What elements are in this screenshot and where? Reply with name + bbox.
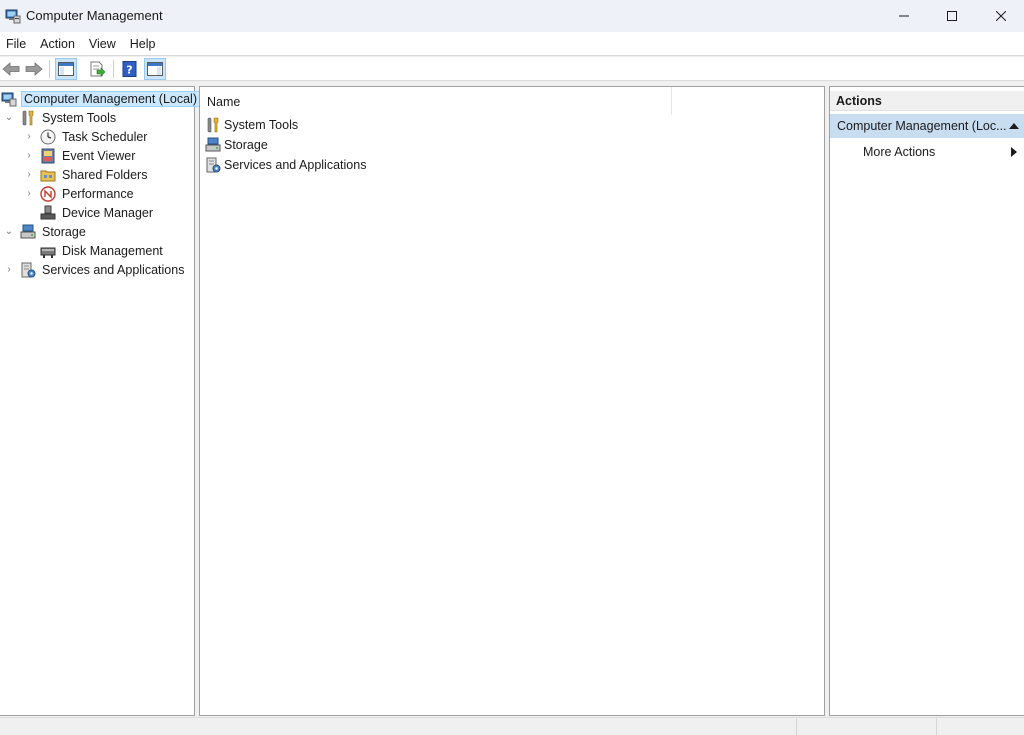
actions-section-computer-management[interactable]: Computer Management (Loc...	[830, 114, 1024, 138]
tree-item-label: Computer Management (Local)	[21, 90, 200, 107]
tree-item-task-scheduler[interactable]: › Task Scheduler	[23, 127, 149, 146]
actions-pane: Actions Computer Management (Loc... More…	[829, 86, 1024, 716]
system-tools-icon	[19, 109, 37, 127]
toolbar-separator	[113, 60, 114, 78]
list-item-label: Services and Applications	[224, 158, 367, 172]
tree-item-label: Shared Folders	[62, 167, 148, 182]
performance-icon	[39, 185, 57, 203]
tree-item-label: Performance	[62, 186, 134, 201]
services-icon	[204, 156, 222, 174]
tree-item-disk-management[interactable]: Disk Management	[35, 241, 165, 260]
menu-bar: File Action View Help	[0, 32, 1024, 56]
computer-management-icon	[5, 8, 21, 24]
tree-item-label: Device Manager	[62, 205, 154, 220]
show-hide-action-pane-icon[interactable]	[144, 58, 166, 80]
column-header-label: Name	[207, 95, 241, 109]
clock-icon	[39, 128, 57, 146]
status-bar	[0, 717, 1024, 735]
list-item-label: System Tools	[224, 118, 299, 132]
tree-item-label: System Tools	[42, 110, 117, 125]
status-segment	[936, 718, 1024, 735]
submenu-arrow-icon	[1011, 147, 1017, 157]
list-item-storage[interactable]: Storage	[204, 135, 268, 155]
collapse-up-icon[interactable]	[1009, 123, 1019, 129]
chevron-down-icon[interactable]: ⌄	[3, 108, 15, 127]
window-title: Computer Management	[26, 8, 163, 23]
help-icon[interactable]: ?	[119, 58, 141, 80]
column-header-name[interactable]: Name	[200, 87, 672, 115]
toolbar-separator	[49, 60, 50, 78]
tree-item-computer-management[interactable]: Computer Management (Local)	[0, 89, 200, 108]
toolbar: ?	[0, 57, 1024, 81]
forward-arrow-icon[interactable]	[23, 58, 45, 80]
tree-item-label: Disk Management	[62, 243, 163, 258]
storage-icon	[19, 223, 37, 241]
event-viewer-icon	[39, 147, 57, 165]
tree-item-storage[interactable]: ⌄ Storage	[3, 222, 88, 241]
console-tree: Computer Management (Local) ⌄ System Too…	[0, 86, 200, 716]
maximize-button[interactable]	[929, 0, 975, 32]
disk-management-icon	[39, 242, 57, 260]
minimize-button[interactable]	[881, 0, 927, 32]
close-button[interactable]	[978, 0, 1024, 32]
export-list-icon[interactable]	[86, 58, 108, 80]
menu-view[interactable]: View	[82, 32, 123, 56]
menu-help[interactable]: Help	[123, 32, 163, 56]
list-item-services-and-applications[interactable]: Services and Applications	[204, 155, 366, 175]
system-tools-icon	[204, 116, 222, 134]
tree-item-event-viewer[interactable]: › Event Viewer	[23, 146, 137, 165]
chevron-right-icon[interactable]: ›	[3, 260, 15, 279]
tree-item-label: Event Viewer	[62, 148, 136, 163]
computer-management-icon	[0, 90, 18, 108]
tree-item-performance[interactable]: › Performance	[23, 184, 136, 203]
services-icon	[19, 261, 37, 279]
chevron-right-icon[interactable]: ›	[23, 146, 35, 165]
results-list: Name System Tools Storage Services and A…	[199, 86, 825, 716]
tree-item-services-and-applications[interactable]: › Services and Applications	[3, 260, 186, 279]
list-item-system-tools[interactable]: System Tools	[204, 115, 298, 135]
chevron-down-icon[interactable]: ⌄	[3, 222, 15, 241]
device-manager-icon	[39, 204, 57, 222]
status-segment	[796, 718, 936, 735]
tree-item-system-tools[interactable]: ⌄ System Tools	[3, 108, 118, 127]
shared-folder-icon	[39, 166, 57, 184]
show-hide-console-tree-icon[interactable]	[55, 58, 77, 80]
actions-header: Actions	[830, 91, 1024, 111]
actions-section-label: Computer Management (Loc...	[837, 119, 1007, 133]
tree-item-label: Task Scheduler	[62, 129, 148, 144]
chevron-right-icon[interactable]: ›	[23, 127, 35, 146]
menu-action[interactable]: Action	[33, 32, 82, 56]
title-bar: Computer Management	[0, 0, 1024, 32]
tree-item-label: Storage	[42, 224, 86, 239]
tree-item-device-manager[interactable]: Device Manager	[35, 203, 155, 222]
svg-text:?: ?	[126, 64, 132, 77]
tree-item-shared-folders[interactable]: › Shared Folders	[23, 165, 149, 184]
storage-icon	[204, 136, 222, 154]
more-actions-item[interactable]: More Actions	[830, 142, 1024, 162]
tree-item-label: Services and Applications	[42, 262, 185, 277]
back-arrow-icon[interactable]	[0, 58, 22, 80]
chevron-right-icon[interactable]: ›	[23, 165, 35, 184]
more-actions-label: More Actions	[863, 145, 936, 159]
chevron-right-icon[interactable]: ›	[23, 184, 35, 203]
menu-file[interactable]: File	[0, 32, 33, 56]
list-item-label: Storage	[224, 138, 268, 152]
